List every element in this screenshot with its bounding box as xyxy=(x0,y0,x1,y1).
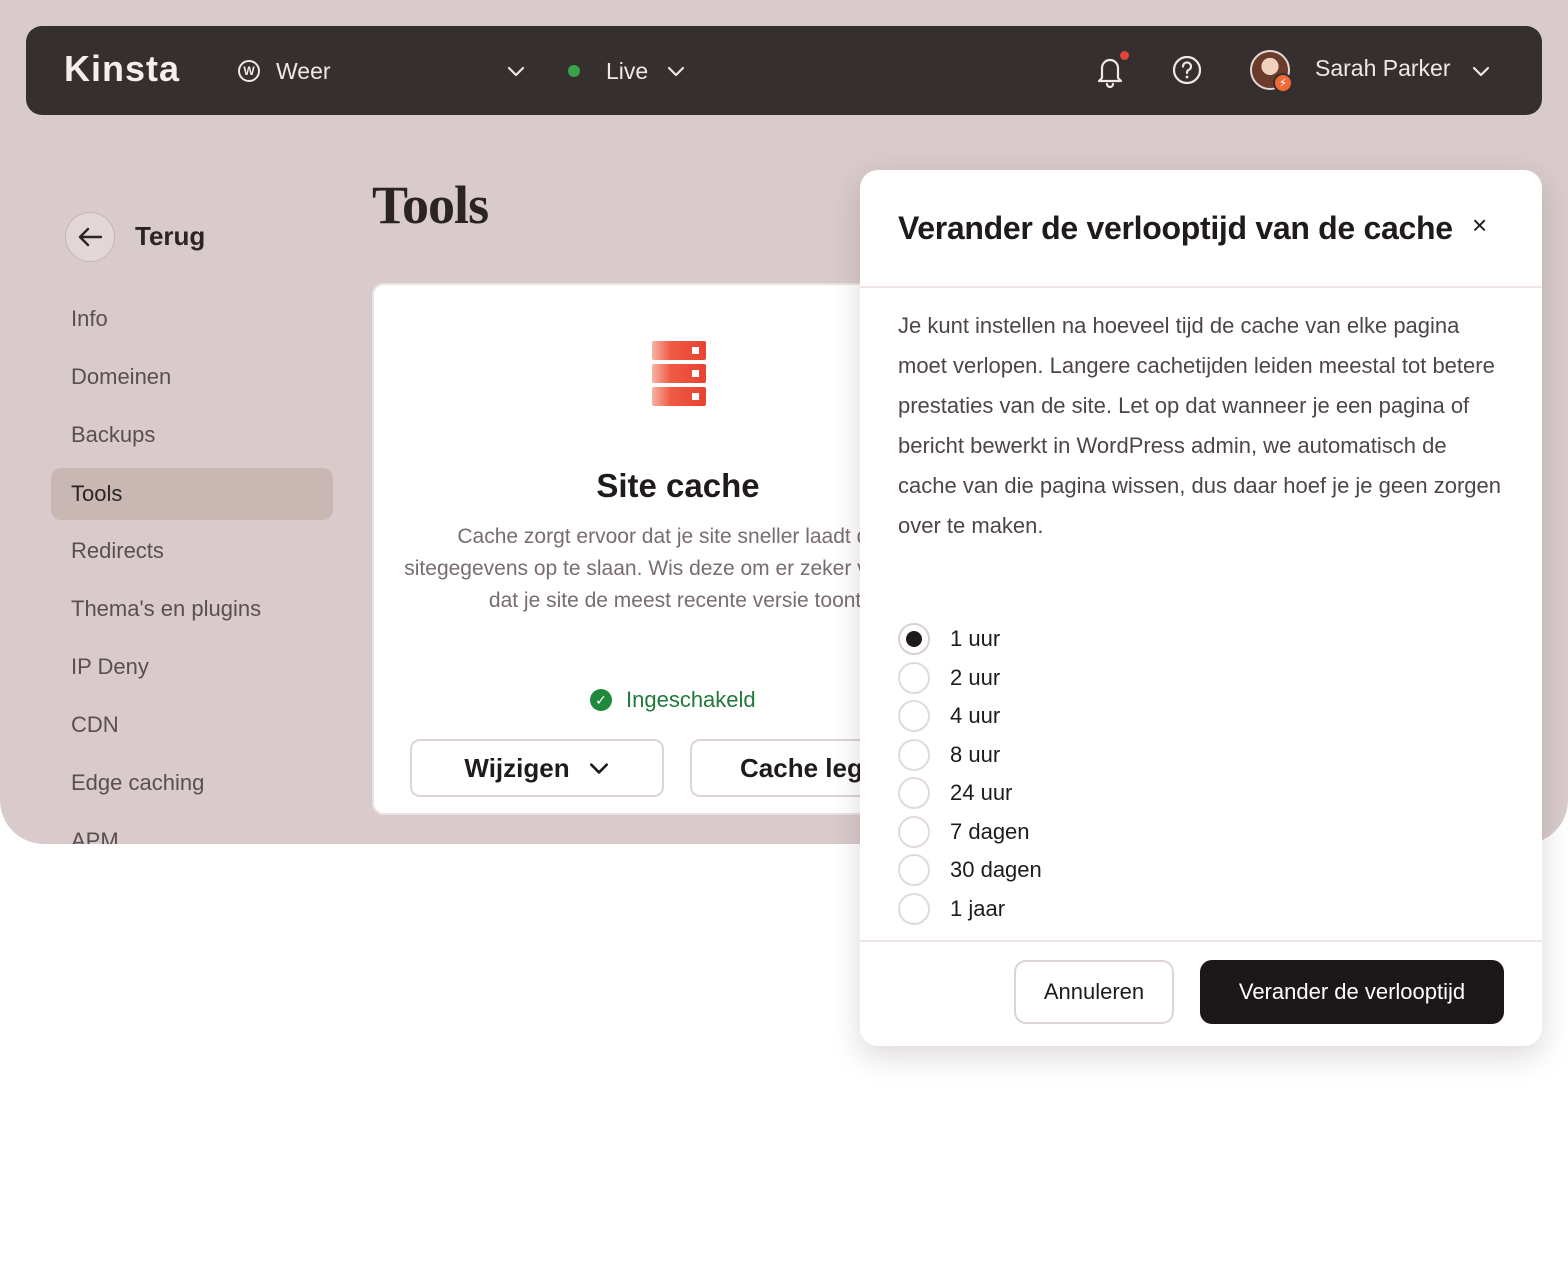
radio-button[interactable] xyxy=(898,662,930,694)
close-icon[interactable]: × xyxy=(1472,212,1494,238)
chevron-down-icon xyxy=(668,66,685,77)
cache-expiry-modal: Verander de verlooptijd van de cache × J… xyxy=(860,170,1542,1046)
check-circle-icon: ✓ xyxy=(590,689,612,711)
radio-button[interactable] xyxy=(898,893,930,925)
card-title: Site cache xyxy=(596,467,760,504)
confirm-expiry-button[interactable]: Verander de verlooptijd xyxy=(1200,960,1504,1024)
server-icon xyxy=(652,341,706,406)
radio-option-8-uur[interactable]: 8 uur xyxy=(898,738,1000,772)
radio-label: 30 dagen xyxy=(950,857,1042,882)
modal-description: Je kunt instellen na hoeveel tijd de cac… xyxy=(898,313,1501,538)
radio-button[interactable] xyxy=(898,777,930,809)
radio-label: 8 uur xyxy=(950,742,1001,767)
chevron-down-icon xyxy=(589,763,608,774)
bell-icon[interactable] xyxy=(1096,54,1124,88)
radio-button[interactable] xyxy=(898,623,930,655)
site-cache-card: Site cache Cache zorgt ervoor dat je sit… xyxy=(372,283,932,815)
sidebar-item-tools[interactable]: Tools xyxy=(51,468,333,520)
sidebar-item-backups[interactable]: Backups xyxy=(51,409,333,461)
radio-button[interactable] xyxy=(898,854,930,886)
cancel-button[interactable]: Annuleren xyxy=(1014,960,1174,1024)
sidebar-item-cdn[interactable]: CDN xyxy=(51,699,333,751)
lightning-icon: ⚡ xyxy=(1273,73,1293,93)
chevron-down-icon[interactable] xyxy=(1471,61,1491,81)
modal-footer: Annuleren Verander de verlooptijd xyxy=(860,940,1542,1046)
environment-selector[interactable]: Live xyxy=(568,54,686,88)
user-name[interactable]: Sarah Parker xyxy=(1315,55,1451,82)
radio-label: 7 dagen xyxy=(950,819,1030,844)
notification-badge xyxy=(1120,51,1129,60)
status-label: Ingeschakeld xyxy=(626,687,756,712)
radio-label: 4 uur xyxy=(950,703,1001,728)
arrow-left-icon xyxy=(78,227,103,247)
radio-label: 24 uur xyxy=(950,780,1013,805)
modal-header: Verander de verlooptijd van de cache × xyxy=(860,170,1542,288)
live-status-dot xyxy=(568,65,580,77)
sidebar-item-ip-deny[interactable]: IP Deny xyxy=(51,641,333,693)
sidebar-item-themes-plugins[interactable]: Thema's en plugins xyxy=(51,583,333,635)
radio-option-7-dagen[interactable]: 7 dagen xyxy=(898,815,1030,849)
radio-label: 1 jaar xyxy=(950,896,1006,921)
help-icon[interactable] xyxy=(1172,55,1202,85)
change-button[interactable]: Wijzigen xyxy=(410,739,664,797)
sidebar-item-edge-caching[interactable]: Edge caching xyxy=(51,757,333,809)
site-name: Weer xyxy=(276,57,331,84)
radio-button[interactable] xyxy=(898,700,930,732)
change-button-label: Wijzigen xyxy=(464,752,570,783)
radio-label: 2 uur xyxy=(950,665,1001,690)
radio-button[interactable] xyxy=(898,816,930,848)
wordpress-icon: W xyxy=(238,60,260,82)
cache-status: ✓ Ingeschakeld xyxy=(590,687,756,713)
radio-option-2-uur[interactable]: 2 uur xyxy=(898,661,1000,695)
radio-label: 1 uur xyxy=(950,626,1001,651)
sidebar-item-domeinen[interactable]: Domeinen xyxy=(51,351,333,403)
environment-name: Live xyxy=(606,57,649,84)
sidebar-item-redirects[interactable]: Redirects xyxy=(51,525,333,577)
kinsta-logo[interactable]: Kinsta xyxy=(64,48,180,90)
radio-option-4-uur[interactable]: 4 uur xyxy=(898,699,1000,733)
radio-option-1-jaar[interactable]: 1 jaar xyxy=(898,892,1005,926)
page-title: Tools xyxy=(372,175,489,235)
back-button[interactable] xyxy=(65,212,115,262)
radio-option-24-uur[interactable]: 24 uur xyxy=(898,776,1012,810)
modal-title: Verander de verlooptijd van de cache xyxy=(898,210,1453,246)
chevron-down-icon xyxy=(507,66,525,77)
radio-option-30-dagen[interactable]: 30 dagen xyxy=(898,853,1042,887)
radio-option-1-uur[interactable]: 1 uur xyxy=(898,622,1000,656)
card-description: Cache zorgt ervoor dat je site sneller l… xyxy=(404,525,932,612)
back-label[interactable]: Terug xyxy=(135,221,205,252)
site-selector[interactable]: W Weer xyxy=(238,54,528,88)
sidebar-item-info[interactable]: Info xyxy=(51,293,333,345)
top-bar: Kinsta W Weer Live ⚡ Sarah Parker xyxy=(26,26,1542,115)
sidebar-item-apm[interactable]: APM xyxy=(51,815,333,844)
radio-button[interactable] xyxy=(898,739,930,771)
